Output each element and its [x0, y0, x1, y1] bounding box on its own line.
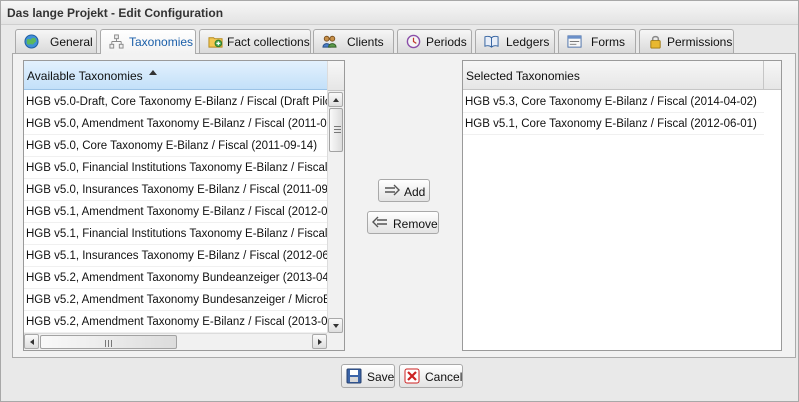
available-taxonomy-row[interactable]: HGB v5.0, Insurances Taxonomy E-Bilanz /… [24, 179, 327, 201]
available-taxonomy-row[interactable]: HGB v5.2, Amendment Taxonomy Bundesanzei… [24, 289, 327, 311]
remove-button-label: Remove [393, 217, 438, 231]
book-icon [484, 35, 499, 48]
tab-forms[interactable]: Forms [558, 29, 636, 53]
available-taxonomy-row[interactable]: HGB v5.0, Core Taxonomy E-Bilanz / Fisca… [24, 135, 327, 157]
available-taxonomies-grid: Available Taxonomies HGB v5.0-Draft, Cor… [23, 60, 345, 351]
tab-ledgers[interactable]: Ledgers [475, 29, 555, 53]
available-taxonomy-row[interactable]: HGB v5.1, Amendment Taxonomy E-Bilanz / … [24, 201, 327, 223]
available-taxonomy-row[interactable]: HGB v5.1, Financial Institutions Taxonom… [24, 223, 327, 245]
scroll-right-button[interactable] [312, 334, 327, 349]
tab-periods-label: Periods [426, 35, 467, 49]
horizontal-scroll-thumb[interactable] [40, 335, 177, 349]
vertical-scroll-thumb[interactable] [329, 108, 343, 152]
tab-fact-collections[interactable]: Fact collections [199, 29, 311, 53]
available-taxonomy-row[interactable]: HGB v5.2, Amendment Taxonomy Bundeanzeig… [24, 267, 327, 289]
grip-line [105, 340, 106, 347]
available-taxonomies-header-label: Available Taxonomies [27, 69, 143, 83]
tab-bar: General Taxonomies Fact collections Clie… [15, 29, 795, 54]
remove-button[interactable]: Remove [367, 211, 439, 234]
selected-taxonomies-header[interactable]: Selected Taxonomies [463, 61, 781, 90]
available-taxonomies-list: HGB v5.0-Draft, Core Taxonomy E-Bilanz /… [24, 91, 327, 333]
save-button[interactable]: Save [341, 364, 395, 388]
tab-periods[interactable]: Periods [397, 29, 472, 53]
available-taxonomy-row[interactable]: HGB v5.2, Amendment Taxonomy E-Bilanz / … [24, 311, 327, 333]
chevron-left-icon [30, 339, 34, 345]
dialog-title: Das lange Projekt - Edit Configuration [7, 6, 224, 20]
selected-taxonomies-list: HGB v5.3, Core Taxonomy E-Bilanz / Fisca… [463, 91, 764, 135]
dialog-titlebar[interactable]: Das lange Projekt - Edit Configuration [1, 1, 798, 25]
scroll-up-button[interactable] [328, 92, 343, 107]
available-taxonomy-row[interactable]: HGB v5.0, Financial Institutions Taxonom… [24, 157, 327, 179]
tab-forms-label: Forms [591, 35, 625, 49]
add-button-label: Add [404, 185, 426, 199]
sort-ascending-icon [149, 70, 157, 75]
scrollbar-header-spacer [328, 61, 344, 91]
selected-taxonomies-header-label: Selected Taxonomies [466, 69, 580, 83]
arrow-left-icon [372, 216, 387, 228]
tab-fact-collections-label: Fact collections [227, 35, 310, 49]
column-divider [763, 61, 764, 89]
folder-add-icon [208, 37, 223, 48]
tab-taxonomies[interactable]: Taxonomies [100, 29, 196, 54]
selected-taxonomies-grid: Selected Taxonomies HGB v5.3, Core Taxon… [462, 60, 782, 351]
selected-taxonomy-row[interactable]: HGB v5.1, Core Taxonomy E-Bilanz / Fisca… [463, 113, 764, 135]
chevron-right-icon [318, 339, 322, 345]
cancel-button[interactable]: Cancel [399, 364, 463, 388]
tab-general[interactable]: General [15, 29, 97, 53]
tab-taxonomies-label: Taxonomies [129, 35, 194, 49]
save-button-label: Save [367, 370, 395, 384]
available-taxonomy-row[interactable]: HGB v5.0-Draft, Core Taxonomy E-Bilanz /… [24, 91, 327, 113]
scrollbar-corner [327, 333, 344, 350]
floppy-disk-icon [346, 368, 362, 384]
chevron-down-icon [333, 324, 339, 328]
edit-configuration-dialog: Das lange Projekt - Edit Configuration G… [0, 0, 799, 402]
add-button[interactable]: Add [378, 179, 430, 202]
grip-line [334, 129, 341, 130]
available-vertical-scrollbar[interactable] [327, 61, 344, 333]
available-taxonomy-row[interactable]: HGB v5.0, Amendment Taxonomy E-Bilanz / … [24, 113, 327, 135]
grip-line [334, 132, 341, 133]
lock-icon [650, 35, 661, 49]
users-icon [322, 35, 337, 48]
taxonomies-panel: Available Taxonomies HGB v5.0-Draft, Cor… [12, 53, 796, 358]
close-icon [404, 368, 420, 384]
chevron-up-icon [333, 98, 339, 102]
tab-permissions[interactable]: Permissions [639, 29, 734, 53]
tab-clients-label: Clients [347, 35, 384, 49]
globe-icon [24, 34, 39, 49]
selected-taxonomy-row[interactable]: HGB v5.3, Core Taxonomy E-Bilanz / Fisca… [463, 91, 764, 113]
cancel-button-label: Cancel [425, 370, 463, 384]
available-taxonomy-row[interactable]: HGB v5.1, Insurances Taxonomy E-Bilanz /… [24, 245, 327, 267]
scroll-down-button[interactable] [328, 318, 343, 333]
grip-line [334, 126, 341, 127]
available-taxonomies-header[interactable]: Available Taxonomies [24, 61, 344, 90]
scroll-left-button[interactable] [24, 334, 39, 349]
tab-ledgers-label: Ledgers [506, 35, 550, 49]
clock-icon [406, 34, 421, 49]
available-horizontal-scrollbar[interactable] [24, 333, 327, 350]
form-icon [567, 35, 582, 48]
tab-clients[interactable]: Clients [313, 29, 394, 53]
tab-general-label: General [50, 35, 93, 49]
sitemap-icon [109, 34, 124, 49]
tab-permissions-label: Permissions [667, 35, 733, 49]
grip-line [108, 340, 109, 347]
arrow-right-icon [385, 184, 400, 196]
grip-line [111, 340, 112, 347]
